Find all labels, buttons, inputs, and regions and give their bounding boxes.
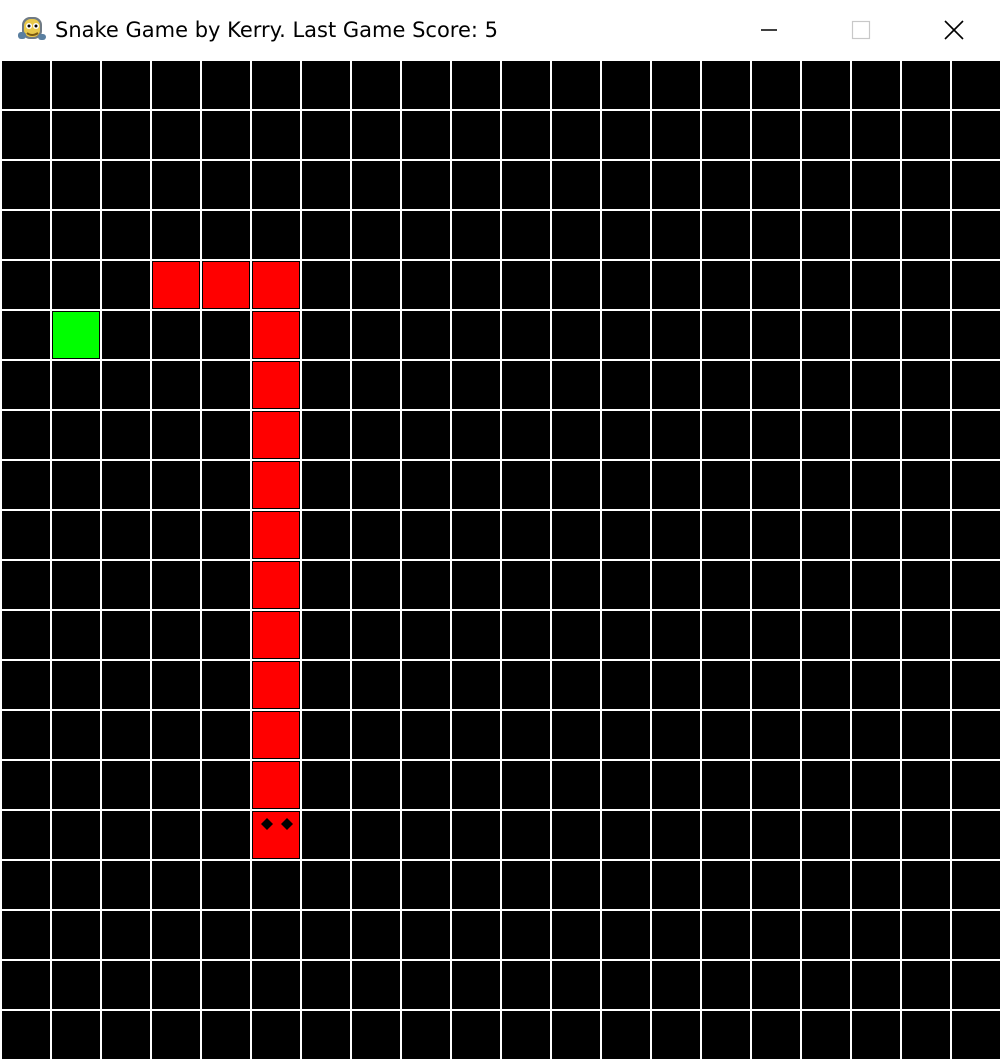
snake-segment bbox=[253, 412, 299, 458]
grid-line-horizontal bbox=[0, 509, 1001, 511]
grid-line-horizontal bbox=[0, 109, 1001, 111]
game-board[interactable] bbox=[0, 59, 1001, 1059]
grid-line-horizontal bbox=[0, 1009, 1001, 1011]
maximize-button[interactable] bbox=[814, 0, 908, 59]
snake-segment bbox=[253, 312, 299, 358]
minimize-icon bbox=[761, 28, 777, 31]
snake-segment bbox=[253, 512, 299, 558]
grid-line-horizontal bbox=[0, 459, 1001, 461]
grid-line-horizontal bbox=[0, 209, 1001, 211]
grid-line-horizontal bbox=[0, 809, 1001, 811]
title-bar[interactable]: Snake Game by Kerry. Last Game Score: 5 bbox=[0, 0, 1001, 59]
grid-line-horizontal bbox=[0, 159, 1001, 161]
grid-line-horizontal bbox=[0, 259, 1001, 261]
food-pellet bbox=[53, 312, 99, 358]
snake-segment bbox=[253, 612, 299, 658]
minimize-button[interactable] bbox=[722, 0, 816, 59]
snake-segment bbox=[203, 262, 249, 308]
board-canvas bbox=[0, 59, 1001, 1059]
grid-line-horizontal bbox=[0, 959, 1001, 961]
snake-segment bbox=[253, 712, 299, 758]
close-icon bbox=[944, 19, 964, 40]
snake-segment bbox=[253, 562, 299, 608]
grid-line-horizontal bbox=[0, 609, 1001, 611]
snake-segment bbox=[253, 362, 299, 408]
grid-line-horizontal bbox=[0, 59, 1001, 61]
grid-line-horizontal bbox=[0, 759, 1001, 761]
grid-line-horizontal bbox=[0, 409, 1001, 411]
snake-head bbox=[253, 812, 299, 858]
close-button[interactable] bbox=[907, 0, 1001, 59]
grid-line-horizontal bbox=[0, 659, 1001, 661]
snake-segment bbox=[253, 462, 299, 508]
grid-line-horizontal bbox=[0, 359, 1001, 361]
grid-line-horizontal bbox=[0, 309, 1001, 311]
game-window: Snake Game by Kerry. Last Game Score: 5 bbox=[0, 0, 1001, 1059]
grid-line-horizontal bbox=[0, 709, 1001, 711]
window-title: Snake Game by Kerry. Last Game Score: 5 bbox=[55, 18, 499, 42]
snake-segment bbox=[153, 262, 199, 308]
grid-line-horizontal bbox=[0, 909, 1001, 911]
snake-segment bbox=[253, 662, 299, 708]
grid-line-horizontal bbox=[0, 859, 1001, 861]
snake-game-icon bbox=[18, 14, 48, 44]
snake-segment bbox=[253, 262, 299, 308]
snake-segment bbox=[253, 762, 299, 808]
grid-line-horizontal bbox=[0, 559, 1001, 561]
maximize-icon bbox=[851, 20, 871, 39]
